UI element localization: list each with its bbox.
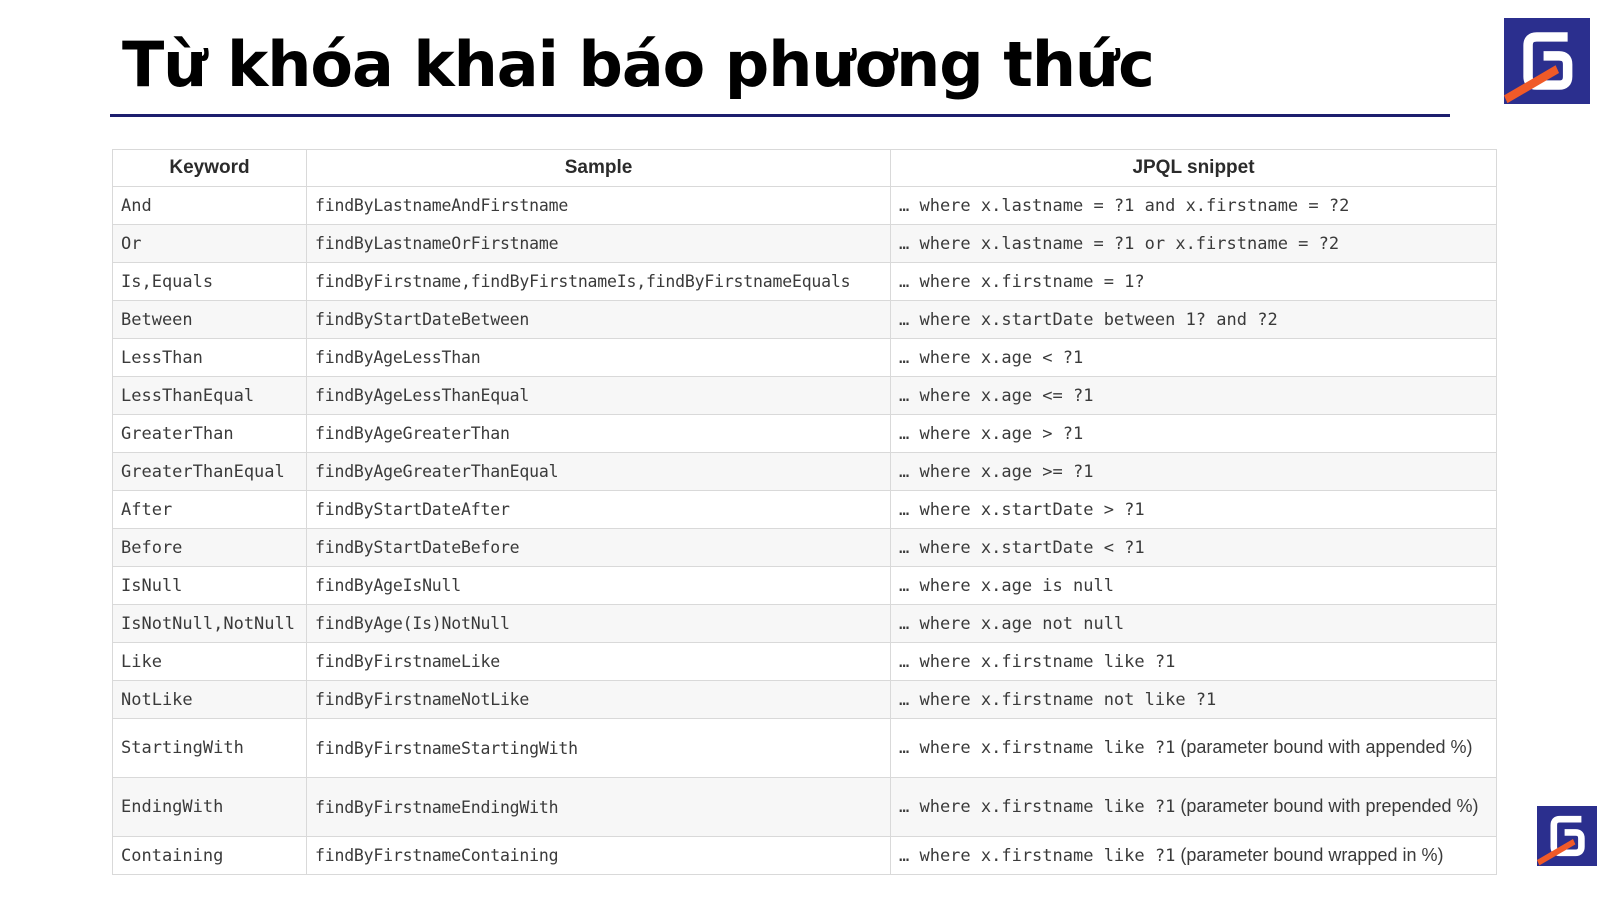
- slide-title: Từ khóa khai báo phương thức: [122, 28, 1155, 101]
- table-row: Is,Equals findByFirstname,findByFirstnam…: [112, 262, 1497, 301]
- snippet-cell: … where x.startDate between 1? and ?2: [890, 300, 1497, 339]
- snippet-cell: … where x.firstname like ?1 (parameter b…: [890, 777, 1497, 837]
- snippet-cell: … where x.age not null: [890, 604, 1497, 643]
- table-header-row: Keyword Sample JPQL snippet: [112, 149, 1497, 187]
- sample-cell: findByAgeLessThanEqual: [306, 376, 891, 415]
- keyword-table: Keyword Sample JPQL snippet And findByLa…: [112, 149, 1497, 875]
- keyword-cell: NotLike: [112, 680, 307, 719]
- table-row: Or findByLastnameOrFirstname … where x.l…: [112, 224, 1497, 263]
- sample-cell: findByFirstnameEndingWith: [306, 777, 891, 837]
- table-row: EndingWith findByFirstnameEndingWith … w…: [112, 777, 1497, 837]
- sample-cell: findByAge(Is)NotNull: [306, 604, 891, 643]
- keyword-cell: LessThan: [112, 338, 307, 377]
- snippet-cell: … where x.firstname = 1?: [890, 262, 1497, 301]
- table-body: And findByLastnameAndFirstname … where x…: [112, 186, 1497, 875]
- snippet-cell: … where x.startDate > ?1: [890, 490, 1497, 529]
- keyword-cell: Or: [112, 224, 307, 263]
- snippet-cell: … where x.age is null: [890, 566, 1497, 605]
- snippet-cell: … where x.age <= ?1: [890, 376, 1497, 415]
- table-row: Like findByFirstnameLike … where x.first…: [112, 642, 1497, 681]
- header-sample: Sample: [306, 149, 891, 187]
- table-row: Between findByStartDateBetween … where x…: [112, 300, 1497, 339]
- keyword-cell: IsNull: [112, 566, 307, 605]
- brand-logo-small-icon: [1537, 806, 1597, 866]
- table-row: StartingWith findByFirstnameStartingWith…: [112, 718, 1497, 778]
- sample-cell: findByStartDateBefore: [306, 528, 891, 567]
- keyword-cell: Containing: [112, 836, 307, 875]
- sample-cell: findByLastnameOrFirstname: [306, 224, 891, 263]
- keyword-cell: IsNotNull,NotNull: [112, 604, 307, 643]
- snippet-note: (parameter bound wrapped in %): [1175, 844, 1444, 865]
- keyword-cell: After: [112, 490, 307, 529]
- sample-cell: findByLastnameAndFirstname: [306, 186, 891, 225]
- snippet-cell: … where x.age > ?1: [890, 414, 1497, 453]
- sample-cell: findByStartDateAfter: [306, 490, 891, 529]
- keyword-cell: StartingWith: [112, 718, 307, 778]
- sample-cell: findByAgeLessThan: [306, 338, 891, 377]
- table-row: LessThan findByAgeLessThan … where x.age…: [112, 338, 1497, 377]
- snippet-code: … where x.firstname like ?1: [899, 845, 1176, 866]
- header-jpql-snippet: JPQL snippet: [890, 149, 1497, 187]
- snippet-cell: … where x.startDate < ?1: [890, 528, 1497, 567]
- table-row: After findByStartDateAfter … where x.sta…: [112, 490, 1497, 529]
- sample-cell: findByStartDateBetween: [306, 300, 891, 339]
- keyword-cell: LessThanEqual: [112, 376, 307, 415]
- keyword-cell: Before: [112, 528, 307, 567]
- snippet-cell: … where x.age >= ?1: [890, 452, 1497, 491]
- snippet-note: (parameter bound with appended %): [1175, 737, 1473, 757]
- snippet-cell: … where x.firstname not like ?1: [890, 680, 1497, 719]
- table-row: LessThanEqual findByAgeLessThanEqual … w…: [112, 376, 1497, 415]
- snippet-cell: … where x.lastname = ?1 and x.firstname …: [890, 186, 1497, 225]
- keyword-cell: EndingWith: [112, 777, 307, 837]
- snippet-cell: … where x.lastname = ?1 or x.firstname =…: [890, 224, 1497, 263]
- sample-cell: findByFirstname,findByFirstnameIs,findBy…: [306, 262, 891, 301]
- sample-cell: findByAgeGreaterThan: [306, 414, 891, 453]
- sample-cell: findByFirstnameContaining: [306, 836, 891, 875]
- sample-cell: findByAgeGreaterThanEqual: [306, 452, 891, 491]
- snippet-cell: … where x.age < ?1: [890, 338, 1497, 377]
- snippet-code: … where x.firstname like ?1: [899, 797, 1176, 817]
- title-underline: [110, 114, 1450, 117]
- table-row: IsNotNull,NotNull findByAge(Is)NotNull ……: [112, 604, 1497, 643]
- snippet-note: (parameter bound with prepended %): [1175, 796, 1479, 816]
- snippet-cell: … where x.firstname like ?1 (parameter b…: [890, 836, 1497, 875]
- keyword-table-container: Keyword Sample JPQL snippet And findByLa…: [112, 149, 1497, 875]
- keyword-cell: GreaterThan: [112, 414, 307, 453]
- sample-cell: findByFirstnameLike: [306, 642, 891, 681]
- table-row: NotLike findByFirstnameNotLike … where x…: [112, 680, 1497, 719]
- table-row: GreaterThan findByAgeGreaterThan … where…: [112, 414, 1497, 453]
- sample-cell: findByAgeIsNull: [306, 566, 891, 605]
- sample-cell: findByFirstnameStartingWith: [306, 718, 891, 778]
- table-row: Containing findByFirstnameContaining … w…: [112, 836, 1497, 875]
- sample-cell: findByFirstnameNotLike: [306, 680, 891, 719]
- keyword-cell: And: [112, 186, 307, 225]
- table-row: GreaterThanEqual findByAgeGreaterThanEqu…: [112, 452, 1497, 491]
- table-row: And findByLastnameAndFirstname … where x…: [112, 186, 1497, 225]
- table-row: Before findByStartDateBefore … where x.s…: [112, 528, 1497, 567]
- brand-logo-icon: [1504, 18, 1590, 104]
- keyword-cell: GreaterThanEqual: [112, 452, 307, 491]
- snippet-cell: … where x.firstname like ?1 (parameter b…: [890, 718, 1497, 778]
- snippet-code: … where x.firstname like ?1: [899, 738, 1176, 758]
- header-keyword: Keyword: [112, 149, 307, 187]
- keyword-cell: Between: [112, 300, 307, 339]
- keyword-cell: Like: [112, 642, 307, 681]
- snippet-cell: … where x.firstname like ?1: [890, 642, 1497, 681]
- table-row: IsNull findByAgeIsNull … where x.age is …: [112, 566, 1497, 605]
- keyword-cell: Is,Equals: [112, 262, 307, 301]
